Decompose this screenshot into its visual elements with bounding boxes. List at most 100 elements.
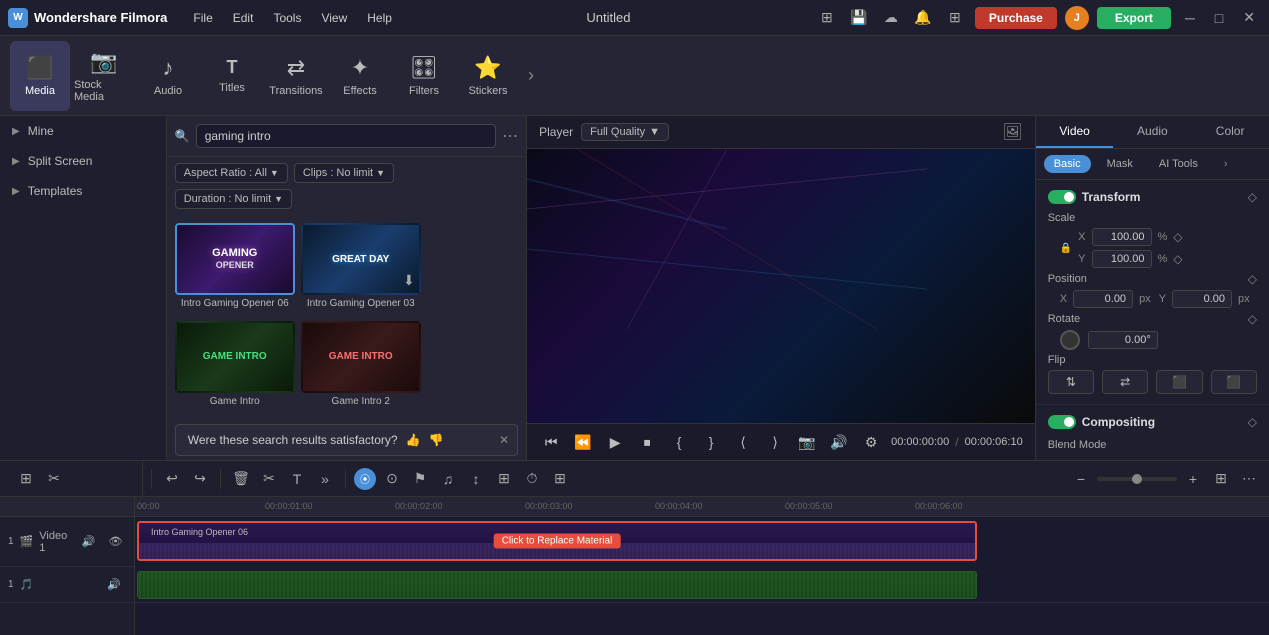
scale-x-input[interactable]: [1092, 228, 1152, 246]
scale-x-keyframe-icon[interactable]: ◇: [1173, 230, 1182, 244]
sub-tab-ai-tools[interactable]: AI Tools: [1149, 155, 1208, 173]
media-thumbnail-2[interactable]: GREAT DAY ⬇: [301, 223, 421, 295]
timeline-settings-button[interactable]: ⋯: [1237, 467, 1261, 491]
zoom-handle[interactable]: [1132, 474, 1142, 484]
user-avatar[interactable]: J: [1065, 6, 1089, 30]
flip-vertical-button[interactable]: ⇅: [1048, 370, 1094, 394]
sub-tab-mask[interactable]: Mask: [1097, 155, 1143, 173]
compositing-keyframe-icon[interactable]: ◇: [1248, 415, 1257, 429]
marker-button[interactable]: ⚑: [408, 467, 432, 491]
toolbar-filters[interactable]: 🎛 Filters: [394, 41, 454, 111]
redo-button[interactable]: ↪: [188, 467, 212, 491]
list-item[interactable]: GAME INTRO Game Intro: [175, 321, 295, 413]
position-y-input[interactable]: [1172, 290, 1232, 308]
media-thumbnail-1[interactable]: GAMINGOPENER: [175, 223, 295, 295]
play-button[interactable]: ▶: [603, 430, 627, 454]
toolbar-stock-media[interactable]: 📷 Stock Media: [74, 41, 134, 111]
next-mark-button[interactable]: ⟩: [763, 430, 787, 454]
rotate-dial[interactable]: [1060, 330, 1080, 350]
rotate-input[interactable]: [1088, 331, 1158, 349]
menu-view[interactable]: View: [311, 7, 357, 29]
replace-material-tooltip[interactable]: Click to Replace Material: [494, 534, 621, 549]
frame-back-button[interactable]: ⏪: [571, 430, 595, 454]
skip-back-button[interactable]: ⏮: [539, 430, 563, 454]
text-button[interactable]: T: [285, 467, 309, 491]
snapshot-icon[interactable]: 🖼: [1002, 122, 1022, 142]
list-item[interactable]: GREAT DAY ⬇ Intro Gaming Opener 03: [301, 223, 421, 315]
flip-mirror-button[interactable]: ⬛: [1211, 370, 1257, 394]
menu-file[interactable]: File: [183, 7, 222, 29]
quality-select[interactable]: Full Quality ▼: [581, 123, 669, 141]
export-button[interactable]: Export: [1097, 7, 1171, 29]
search-more-icon[interactable]: ⋯: [502, 126, 518, 146]
transform-keyframe-icon[interactable]: ◇: [1248, 190, 1257, 204]
window-icon5[interactable]: ⊞: [943, 6, 967, 30]
minimize-button[interactable]: ─: [1179, 10, 1201, 26]
feedback-close-button[interactable]: ✕: [499, 433, 509, 447]
snap-button[interactable]: ⦿: [354, 468, 376, 490]
sub-tab-more[interactable]: ›: [1214, 155, 1238, 173]
window-icon3[interactable]: ☁: [879, 6, 903, 30]
delete-button[interactable]: 🗑: [229, 467, 253, 491]
menu-edit[interactable]: Edit: [223, 7, 264, 29]
purchase-button[interactable]: Purchase: [975, 7, 1057, 29]
close-button[interactable]: ✕: [1237, 9, 1261, 26]
compositing-toggle[interactable]: [1048, 415, 1076, 429]
tab-audio[interactable]: Audio: [1113, 116, 1191, 148]
audio-clip[interactable]: [137, 571, 977, 599]
previous-mark-button[interactable]: ⟨: [731, 430, 755, 454]
window-icon1[interactable]: ⊞: [815, 6, 839, 30]
video-clip[interactable]: Intro Gaming Opener 06 Click to Replace …: [137, 521, 977, 561]
grid-view-button[interactable]: ⊞: [1209, 467, 1233, 491]
stop-button[interactable]: ⏹: [635, 430, 659, 454]
window-icon4[interactable]: 🔔: [911, 6, 935, 30]
zoom-in-button[interactable]: +: [1181, 467, 1205, 491]
flip-copy-button[interactable]: ⬛: [1156, 370, 1202, 394]
add-track-button[interactable]: ⊞: [14, 466, 38, 490]
rotate-keyframe-icon[interactable]: ◇: [1248, 312, 1257, 326]
media-thumbnail-3[interactable]: GAME INTRO: [175, 321, 295, 393]
cut-button[interactable]: ✂: [257, 467, 281, 491]
zoom-out-button[interactable]: −: [1069, 467, 1093, 491]
track-volume-icon[interactable]: 🔊: [78, 530, 99, 554]
duration-filter[interactable]: Duration : No limit ▼: [175, 189, 292, 209]
thumbs-down-icon[interactable]: 👎: [429, 433, 444, 447]
toolbar-effects[interactable]: ✦ Effects: [330, 41, 390, 111]
audio-ctrl-button[interactable]: 🔊: [827, 430, 851, 454]
toolbar-stickers[interactable]: ⭐ Stickers: [458, 41, 518, 111]
search-input[interactable]: [196, 124, 496, 148]
flip-horizontal-button[interactable]: ⇄: [1102, 370, 1148, 394]
more-tools-button[interactable]: »: [313, 467, 337, 491]
layout-button[interactable]: ⊞: [548, 467, 572, 491]
menu-tools[interactable]: Tools: [263, 7, 311, 29]
toolbar-transitions[interactable]: ⇄ Transitions: [266, 41, 326, 111]
transform-toggle[interactable]: [1048, 190, 1076, 204]
toolbar-audio[interactable]: ♪ Audio: [138, 41, 198, 111]
list-item[interactable]: GAMINGOPENER Intro Gaming Opener 06: [175, 223, 295, 315]
settings-ctrl-button[interactable]: ⚙: [859, 430, 883, 454]
position-x-input[interactable]: [1073, 290, 1133, 308]
audio-stretch-button[interactable]: ♫: [436, 467, 460, 491]
track-audio-volume-icon[interactable]: 🔊: [102, 573, 126, 597]
toolbar-media[interactable]: ⬛ Media: [10, 41, 70, 111]
toolbar-titles[interactable]: T Titles: [202, 41, 262, 111]
tab-color[interactable]: Color: [1191, 116, 1269, 148]
snapshot-ctrl-button[interactable]: 📷: [795, 430, 819, 454]
sidebar-item-templates[interactable]: ▶ Templates: [0, 176, 166, 206]
ripple-button[interactable]: ⊙: [380, 467, 404, 491]
mark-in-button[interactable]: {: [667, 430, 691, 454]
undo-button[interactable]: ↩: [160, 467, 184, 491]
window-icon2[interactable]: 💾: [847, 6, 871, 30]
sub-tab-basic[interactable]: Basic: [1044, 155, 1091, 173]
aspect-ratio-filter[interactable]: Aspect Ratio : All ▼: [175, 163, 288, 183]
split-button[interactable]: ✂: [42, 466, 66, 490]
scale-y-keyframe-icon[interactable]: ◇: [1173, 252, 1182, 266]
media-thumbnail-4[interactable]: GAME INTRO: [301, 321, 421, 393]
scale-y-input[interactable]: [1092, 250, 1152, 268]
split-audio-button[interactable]: ↕: [464, 467, 488, 491]
mark-out-button[interactable]: }: [699, 430, 723, 454]
toolbar-more-button[interactable]: ›: [522, 65, 540, 86]
thumbs-up-icon[interactable]: 👍: [406, 433, 421, 447]
compound-button[interactable]: ⊞: [492, 467, 516, 491]
track-eye-icon[interactable]: 👁: [105, 530, 126, 554]
